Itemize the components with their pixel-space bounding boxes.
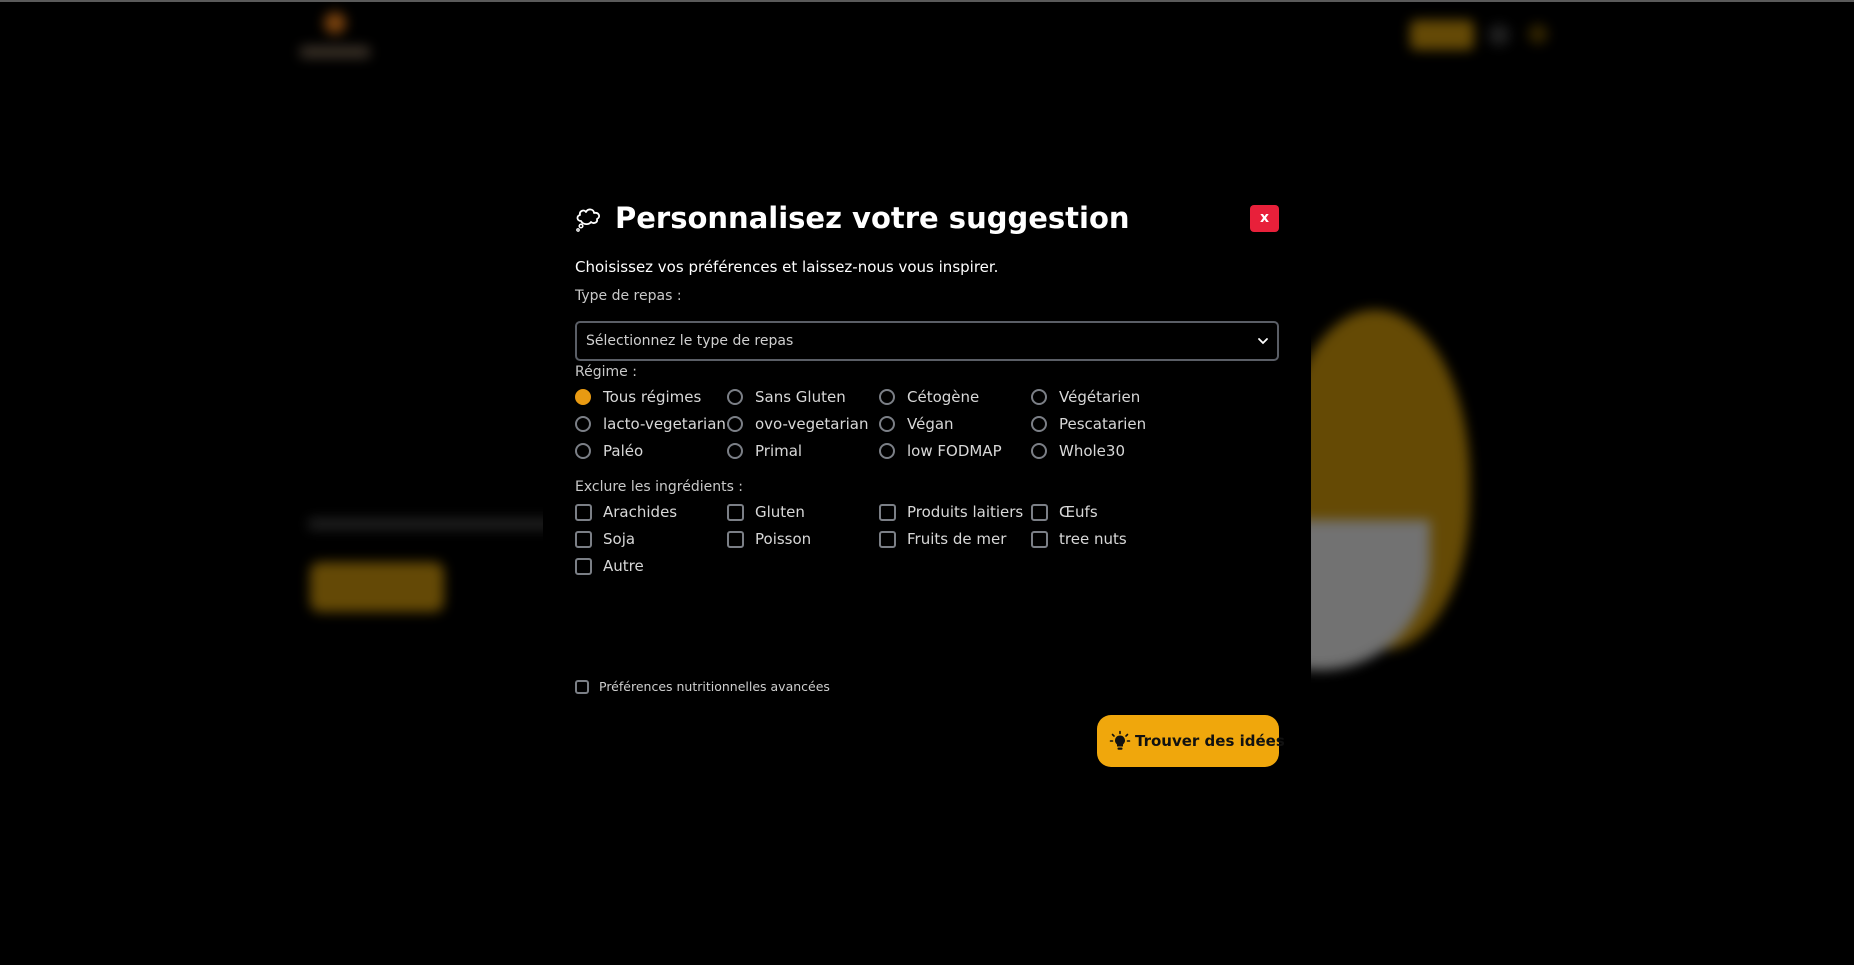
nav-icon <box>1528 24 1548 44</box>
meal-type-label: Type de repas : <box>575 288 682 304</box>
diet-label: Régime : <box>575 364 637 380</box>
find-ideas-label: Trouver des idées <box>1135 732 1285 750</box>
radio-button[interactable] <box>1031 389 1047 405</box>
checkbox[interactable] <box>879 531 896 548</box>
chevron-down-icon <box>1258 338 1268 345</box>
exclude-ingredients-label: Exclure les ingrédients : <box>575 479 744 495</box>
site-logo <box>300 12 370 58</box>
checkbox[interactable] <box>575 531 592 548</box>
checkbox[interactable] <box>727 531 744 548</box>
meal-type-select[interactable]: Sélectionnez le type de repas <box>575 321 1279 361</box>
meal-type-select-value: Sélectionnez le type de repas <box>586 333 794 349</box>
radio-button[interactable] <box>1031 443 1047 459</box>
modal-header: Personnalisez votre suggestion <box>575 200 1279 236</box>
checkbox[interactable] <box>575 558 592 575</box>
hero-subtitle-blurred <box>308 518 558 530</box>
checkbox[interactable] <box>1031 531 1048 548</box>
radio-button[interactable] <box>879 443 895 459</box>
radio-button[interactable] <box>1031 416 1047 432</box>
diet-option-label: ovo-vegetarian <box>755 415 869 433</box>
exclude-option-label: Soja <box>603 530 636 548</box>
diet-option-label: lacto-vegetarian <box>603 415 726 433</box>
radio-button[interactable] <box>575 389 591 405</box>
modal-title: Personnalisez votre suggestion <box>615 201 1130 235</box>
exclude-option-label: Œufs <box>1059 503 1098 521</box>
checkbox[interactable] <box>575 504 592 521</box>
radio-button[interactable] <box>727 416 743 432</box>
radio-button[interactable] <box>727 389 743 405</box>
checkbox[interactable] <box>727 504 744 521</box>
modal-intro-text: Choisissez vos préférences et laissez-no… <box>575 258 999 276</box>
nav-icon <box>1488 24 1510 46</box>
exclude-option-label: Fruits de mer <box>907 530 1007 548</box>
diet-option-label: Pescatarien <box>1059 415 1147 433</box>
close-button[interactable]: x <box>1250 205 1279 232</box>
exclude-option-label: Arachides <box>603 503 678 521</box>
lightbulb-icon <box>1109 730 1131 750</box>
thought-bubble-icon <box>576 208 601 232</box>
diet-option-label: Végétarien <box>1059 388 1141 406</box>
find-ideas-button[interactable]: Trouver des idées <box>1097 715 1285 767</box>
radio-button[interactable] <box>575 443 591 459</box>
checkbox[interactable] <box>575 680 589 694</box>
nav-button <box>1410 20 1474 50</box>
diet-option-label: Paléo <box>603 442 644 460</box>
radio-button[interactable] <box>727 443 743 459</box>
diet-option-label: Whole30 <box>1059 442 1125 460</box>
radio-button[interactable] <box>879 389 895 405</box>
diet-option-label: Sans Gluten <box>755 388 846 406</box>
suggestion-modal: Personnalisez votre suggestion x Choisis… <box>543 178 1311 784</box>
diet-option-label: low FODMAP <box>907 442 1002 460</box>
diet-option-label: Primal <box>755 442 803 460</box>
exclude-option-label: Poisson <box>755 530 812 548</box>
radio-button[interactable] <box>575 416 591 432</box>
exclude-option-label: Gluten <box>755 503 805 521</box>
radio-button[interactable] <box>879 416 895 432</box>
exclude-option-label: tree nuts <box>1059 530 1127 548</box>
diet-option-label: Végan <box>907 415 954 433</box>
exclude-option-label: Produits laitiers <box>907 503 1024 521</box>
hero-button-blurred <box>310 562 444 612</box>
checkbox[interactable] <box>879 504 896 521</box>
checkbox[interactable] <box>1031 504 1048 521</box>
exclude-option-label: Autre <box>603 557 644 575</box>
diet-option-label: Cétogène <box>907 388 980 406</box>
diet-option-label: Tous régimes <box>603 388 702 406</box>
advanced-preferences-label: Préférences nutritionnelles avancées <box>599 679 830 694</box>
